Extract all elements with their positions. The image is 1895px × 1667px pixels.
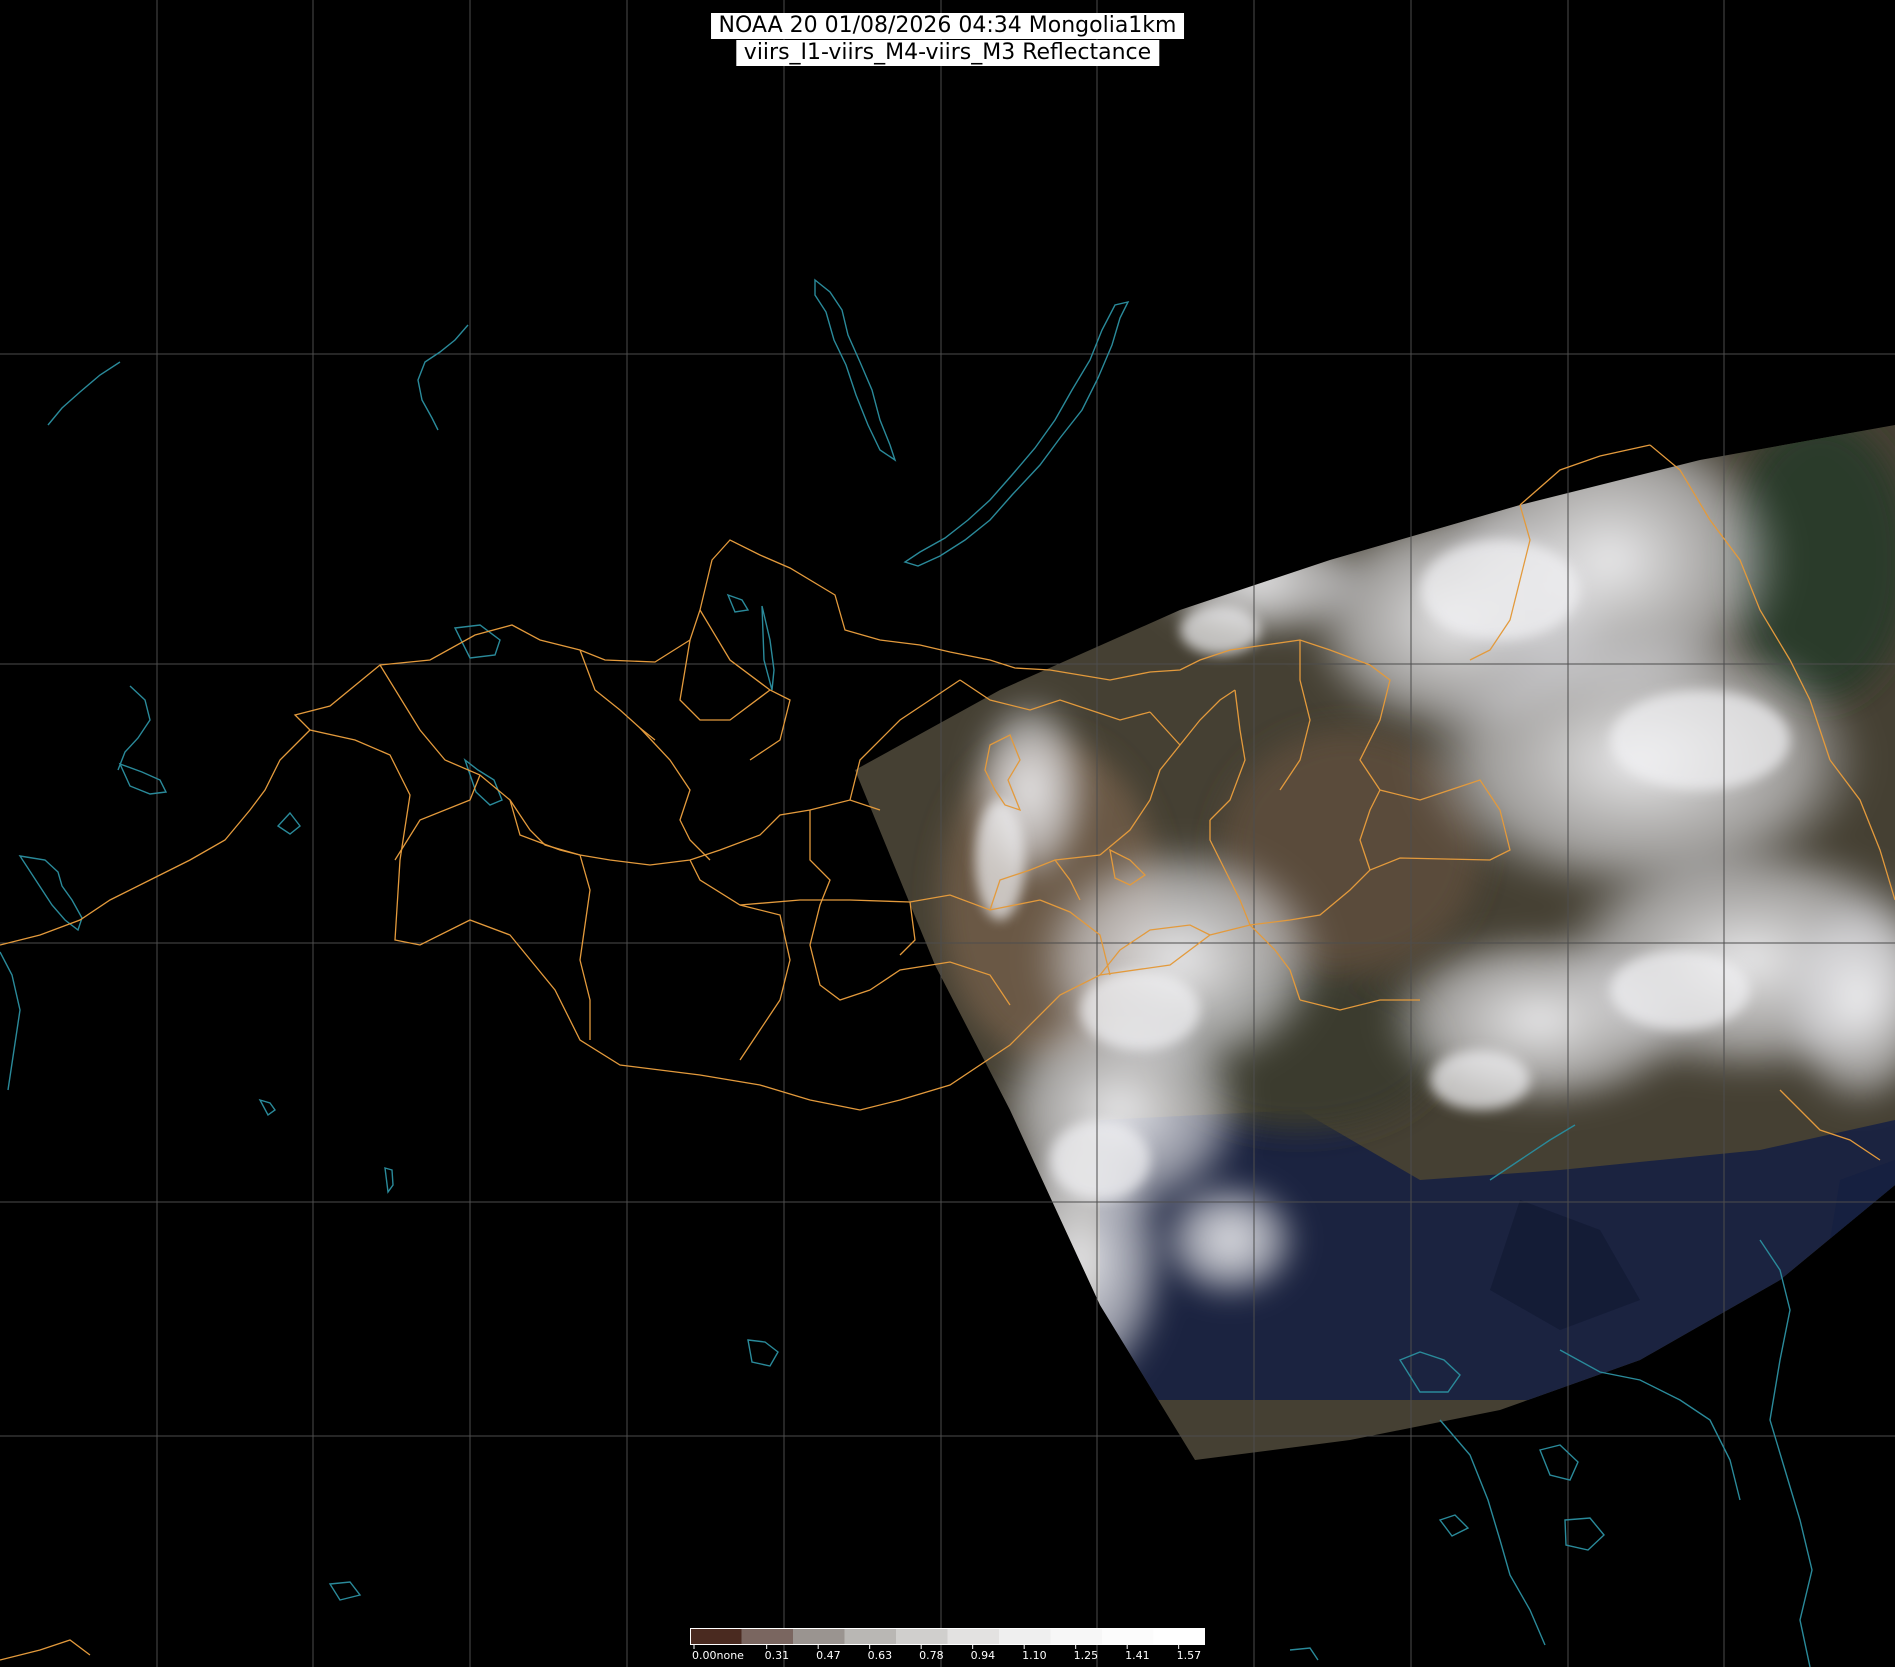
colorbar-labels: 0.00none 0.31 0.47 0.63 0.78 0.94 1.10 1.25 1.41… xyxy=(692,1645,1201,1662)
map-title-line1: NOAA 20 01/08/2026 04:34 Mongolia1km xyxy=(710,13,1185,39)
colorbar-swatch xyxy=(1153,1628,1205,1645)
colorbar-tick-label: 0.31 xyxy=(765,1649,790,1662)
colorbar-swatches xyxy=(690,1628,1205,1645)
colorbar-tick-label: 0.78 xyxy=(919,1649,944,1662)
colorbar-swatch xyxy=(844,1628,897,1645)
map-title-line2: viirs_I1-viirs_M4-viirs_M3 Reflectance xyxy=(735,40,1160,66)
colorbar-swatch xyxy=(793,1628,845,1645)
satellite-map xyxy=(0,0,1895,1667)
colorbar-tick-label: 1.10 xyxy=(1022,1649,1047,1662)
colorbar-swatch xyxy=(1050,1628,1103,1645)
colorbar-tick-label: 0.63 xyxy=(868,1649,893,1662)
colorbar-swatch xyxy=(741,1628,794,1645)
colorbar-swatch xyxy=(999,1628,1051,1645)
colorbar-tick-label: 0.00none xyxy=(692,1649,744,1662)
colorbar-swatch xyxy=(896,1628,948,1645)
colorbar-swatch xyxy=(947,1628,1000,1645)
colorbar-swatch xyxy=(690,1628,742,1645)
colorbar-tick-label: 0.94 xyxy=(971,1649,996,1662)
colorbar-tick-label: 0.47 xyxy=(816,1649,841,1662)
colorbar-tick-label: 1.25 xyxy=(1074,1649,1099,1662)
colorbar-swatch xyxy=(1102,1628,1154,1645)
colorbar-tick-label: 1.57 xyxy=(1177,1649,1202,1662)
colorbar-tick-label: 1.41 xyxy=(1125,1649,1150,1662)
colorbar-legend: 0.00none 0.31 0.47 0.63 0.78 0.94 1.10 1.25 1.41… xyxy=(690,1628,1205,1662)
